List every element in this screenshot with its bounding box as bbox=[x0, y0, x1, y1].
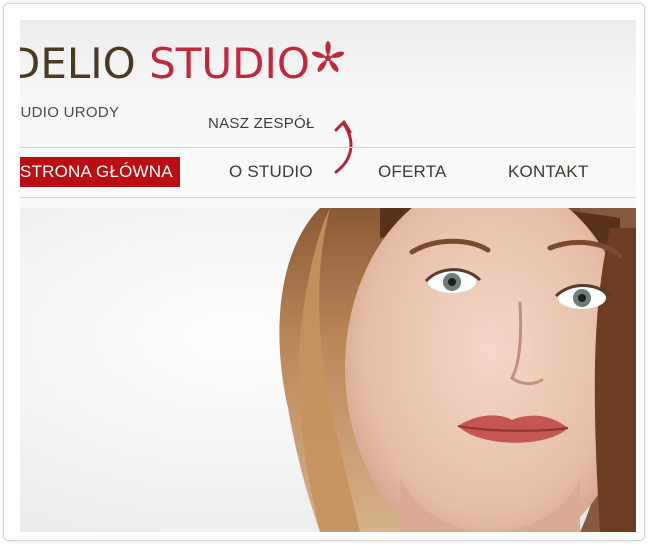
logo-text-secondary: STUDIO bbox=[149, 39, 310, 88]
hero-image bbox=[20, 208, 636, 532]
screenshot-frame: DELIO STUDIO TUDIO URODY NASZ ZESPÓŁ STR… bbox=[3, 3, 645, 541]
site-tagline: TUDIO URODY bbox=[20, 104, 120, 121]
nav-item-o-studio[interactable]: O STUDIO bbox=[229, 157, 313, 187]
curved-arrow-icon bbox=[334, 120, 353, 174]
nav-item-strona-glowna[interactable]: STRONA GŁÓWNA bbox=[20, 157, 180, 187]
nasz-zespol-link[interactable]: NASZ ZESPÓŁ bbox=[208, 115, 315, 132]
nav-divider-top bbox=[20, 147, 636, 148]
nav-item-oferta[interactable]: OFERTA bbox=[378, 157, 447, 187]
flower-icon bbox=[311, 41, 345, 72]
hero-portrait bbox=[20, 208, 636, 532]
nav-item-kontakt[interactable]: KONTAKT bbox=[508, 157, 588, 187]
site-logo[interactable]: DELIO STUDIO bbox=[20, 40, 310, 88]
site-viewport: DELIO STUDIO TUDIO URODY NASZ ZESPÓŁ STR… bbox=[20, 20, 636, 532]
logo-text-primary: DELIO bbox=[20, 39, 136, 88]
nav-divider-bottom bbox=[20, 197, 636, 198]
